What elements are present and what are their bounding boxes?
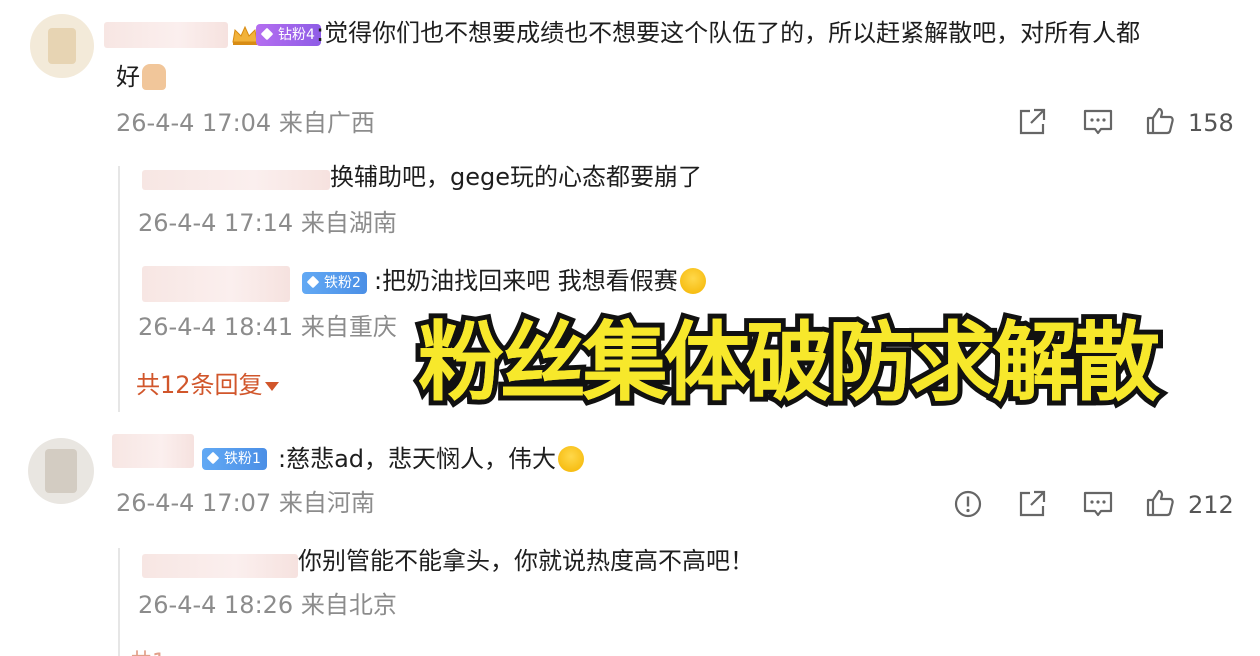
fan-badge-label: 钻粉4	[278, 27, 315, 43]
like-count: 158	[1188, 109, 1234, 137]
folded-hands-emoji	[142, 64, 166, 90]
username-blurred[interactable]	[104, 22, 228, 48]
avatar[interactable]	[30, 14, 94, 78]
gem-icon	[206, 451, 220, 465]
reply-thread-line	[118, 548, 120, 656]
comment-text-line2: 好	[116, 63, 140, 91]
reply-meta: 26-4-4 18:26 来自北京	[138, 591, 397, 619]
reply-text-content: :把奶油找回来吧 我想看假赛	[374, 267, 678, 295]
reply-text: 你别管能不能拿头，你就说热度高不高吧！	[298, 547, 754, 575]
reply-meta: 26-4-4 18:41 来自重庆	[138, 313, 397, 341]
view-more-replies-label: 共12条回复	[136, 371, 263, 399]
like-count: 212	[1188, 491, 1234, 519]
comment-text-content: :慈悲ad，悲天悯人，伟大	[278, 445, 557, 473]
avatar[interactable]	[28, 438, 94, 504]
view-more-replies-partial[interactable]: 共1	[130, 644, 280, 656]
comment-meta: 26-4-4 17:07 来自河南	[116, 489, 375, 517]
gem-icon	[306, 275, 320, 289]
comment-icon[interactable]	[1082, 106, 1114, 138]
reply-thread-line	[118, 166, 120, 412]
fan-badge[interactable]: 钻粉4	[256, 24, 321, 46]
thumbs-up-icon[interactable]	[1144, 487, 1176, 519]
view-more-replies[interactable]: 共12条回复	[136, 370, 279, 400]
reply-username-blurred[interactable]	[142, 266, 290, 302]
username-blurred[interactable]	[112, 434, 194, 468]
crying-emoji	[558, 446, 585, 472]
reply-username-blurred[interactable]	[142, 170, 330, 190]
comment-text: :觉得你们也不想要成绩也不想要这个队伍了的，所以赶紧解散吧，对所有人都	[316, 19, 1141, 47]
fan-badge-label: 铁粉1	[224, 451, 261, 467]
laughing-tears-emoji	[679, 268, 706, 294]
caret-down-icon	[264, 381, 279, 391]
comment-text-continued: 好	[116, 62, 166, 92]
share-icon[interactable]	[1016, 488, 1048, 520]
fan-badge[interactable]: 铁粉2	[302, 272, 367, 294]
comment-text: :慈悲ad，悲天悯人，伟大	[278, 444, 585, 474]
reply-text: 换辅助吧，gege玩的心态都要崩了	[330, 163, 702, 191]
reply-text: :把奶油找回来吧 我想看假赛	[374, 266, 706, 296]
comment-icon[interactable]	[1082, 488, 1114, 520]
share-icon[interactable]	[1016, 106, 1048, 138]
fan-badge[interactable]: 铁粉1	[202, 448, 267, 470]
reply-username-blurred[interactable]	[142, 554, 298, 578]
comment-meta: 26-4-4 17:04 来自广西	[116, 109, 375, 137]
thumbs-up-icon[interactable]	[1144, 105, 1176, 137]
report-icon[interactable]	[952, 488, 984, 520]
fan-badge-label: 铁粉2	[324, 275, 361, 291]
gem-icon	[260, 27, 274, 41]
reply-meta: 26-4-4 17:14 来自湖南	[138, 209, 397, 237]
overlay-caption: 粉丝集体破防求解散	[418, 313, 1160, 413]
